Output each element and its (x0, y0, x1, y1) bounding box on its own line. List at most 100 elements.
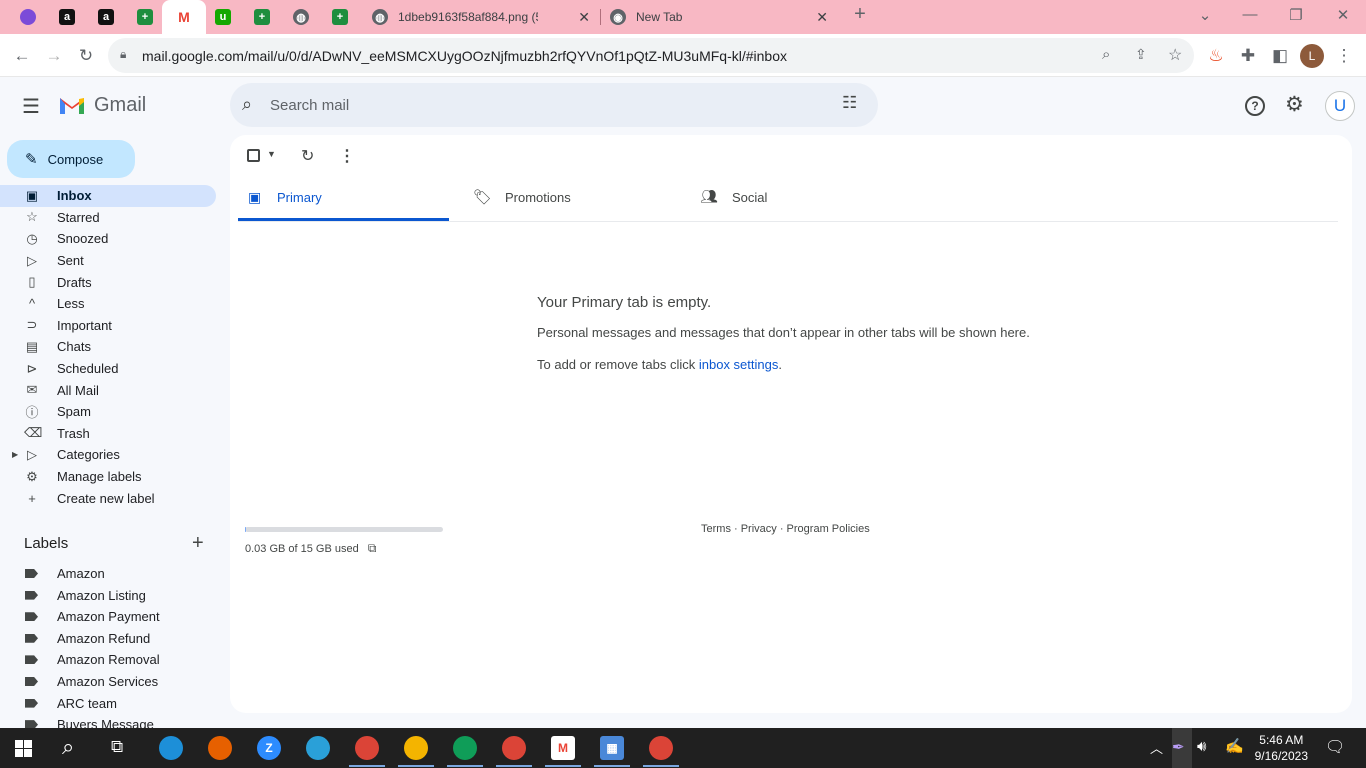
tab-social[interactable]: 👥︎ Social (692, 185, 903, 221)
chrome-icon[interactable] (453, 736, 477, 760)
label-item[interactable]: Amazon Refund (0, 628, 216, 650)
extension-fire-icon[interactable]: ♨ (1204, 44, 1228, 68)
tab-title: New Tab (636, 10, 683, 24)
browser-tab[interactable]: a (49, 0, 85, 34)
chrome-icon[interactable] (355, 736, 379, 760)
storage-text: 0.03 GB of 15 GB used (245, 543, 359, 555)
sidebar-item-sent[interactable]: ▷ Sent (0, 250, 216, 272)
browser-tab[interactable]: a (88, 0, 124, 34)
open-external-icon[interactable]: ⧉ (368, 541, 377, 555)
side-panel-icon[interactable]: ◧ (1268, 44, 1292, 68)
sidebar-item-inbox[interactable]: ▣ Inbox (0, 185, 216, 207)
sidebar-item-all-mail[interactable]: ✉ All Mail (0, 379, 216, 401)
sidebar-item-important[interactable]: ⊃ Important (0, 315, 216, 337)
account-avatar[interactable]: U (1325, 91, 1355, 121)
empty-state-title: Your Primary tab is empty. (537, 294, 712, 311)
task-view-icon[interactable]: ⧉ (111, 737, 123, 757)
firefox-icon[interactable] (208, 736, 232, 760)
close-window-button[interactable]: ✕ (1333, 6, 1353, 24)
bookmark-star-icon[interactable]: ☆ (1168, 45, 1182, 65)
help-icon[interactable]: ? (1245, 96, 1265, 116)
sidebar-item-scheduled[interactable]: ⊳ Scheduled (0, 358, 216, 380)
label-item[interactable]: Amazon Removal (0, 649, 216, 671)
footer-links[interactable]: Terms · Privacy · Program Policies (701, 523, 870, 535)
sidebar-item-create-new-label[interactable]: + Create new label (0, 487, 216, 509)
new-tab-button[interactable]: + (850, 3, 870, 26)
profile-avatar[interactable]: L (1300, 44, 1324, 68)
label-item[interactable]: ARC team (0, 693, 216, 715)
more-options-icon[interactable]: ⋮ (339, 146, 355, 166)
windows-start-icon[interactable] (15, 740, 32, 757)
chrome-icon[interactable] (502, 736, 526, 760)
browser-tab[interactable]: u (205, 0, 241, 34)
browser-tab[interactable]: + (322, 0, 358, 34)
browser-tab[interactable]: + (244, 0, 280, 34)
browser-tab[interactable]: ◍ (283, 0, 319, 34)
label-item[interactable]: Amazon Listing (0, 585, 216, 607)
sidebar-item-starred[interactable]: ☆ Starred (0, 207, 216, 229)
tab-new-tab[interactable]: ◉ New Tab ✕ (600, 0, 838, 34)
lock-icon[interactable]: 🔒︎ (120, 47, 126, 62)
pen-workspace-icon[interactable]: ✍ (1225, 737, 1244, 755)
telegram-icon[interactable] (306, 736, 330, 760)
browser-tab[interactable] (10, 0, 46, 34)
settings-gear-icon[interactable]: ⚙ (1285, 92, 1304, 117)
search-input[interactable] (270, 83, 830, 127)
expand-arrow-icon[interactable]: ▶ (12, 450, 18, 459)
storage-usage[interactable]: 0.03 GB of 15 GB used ⧉ (245, 541, 376, 556)
refresh-icon[interactable]: ↻ (301, 146, 314, 166)
select-all-checkbox[interactable] (247, 149, 260, 162)
gmail-logo[interactable]: Gmail (58, 94, 146, 117)
search-icon[interactable]: ⌕ (62, 734, 74, 760)
main-menu-icon[interactable]: ☰ (22, 94, 40, 119)
forward-button[interactable]: → (42, 44, 66, 68)
close-tab-icon[interactable]: ✕ (816, 9, 828, 26)
address-bar[interactable]: 🔒︎ mail.google.com/mail/u/0/d/ADwNV_eeMS… (108, 38, 1194, 73)
close-tab-icon[interactable]: ✕ (578, 9, 590, 26)
extensions-puzzle-icon[interactable]: ✚ (1236, 44, 1260, 68)
label-item[interactable]: Amazon Payment (0, 606, 216, 628)
sidebar-item-categories[interactable]: ▷ Categories ▶ (0, 444, 216, 466)
sidebar-item-manage-labels[interactable]: ⚙ Manage labels (0, 466, 216, 488)
search-icon[interactable]: ⌕ (242, 94, 252, 115)
tab-search-icon[interactable]: ⌄ (1195, 6, 1215, 24)
tab-primary[interactable]: ▣ Primary (238, 185, 449, 221)
search-options-icon[interactable]: ☷ (842, 93, 857, 113)
edge-icon[interactable] (159, 736, 183, 760)
reload-button[interactable]: ↻ (74, 44, 98, 68)
add-label-icon[interactable]: + (192, 532, 204, 555)
chrome-icon[interactable] (404, 736, 428, 760)
back-button[interactable]: ← (10, 44, 34, 68)
compose-button[interactable]: ✎ Compose (7, 140, 135, 178)
tab-image[interactable]: ◍ 1dbeb9163f58af884.png (543×5 ✕ (362, 0, 600, 34)
label-item[interactable]: Amazon (0, 563, 216, 585)
zoom-icon[interactable]: ⌕ (1102, 46, 1110, 63)
gmail-app-icon[interactable]: M (551, 736, 575, 760)
sidebar-item-spam[interactable]: ⓘ Spam (0, 401, 216, 423)
tab-promotions[interactable]: 🏷︎ Promotions (465, 185, 676, 221)
minimize-button[interactable]: — (1240, 6, 1260, 23)
inbox-settings-link[interactable]: inbox settings (699, 357, 779, 372)
search-bar[interactable]: ⌕ ☷ (230, 83, 878, 127)
chrome-icon[interactable] (649, 736, 673, 760)
sidebar-item-chats[interactable]: ▤ Chats (0, 336, 216, 358)
select-dropdown-icon[interactable]: ▼ (267, 149, 276, 159)
pen-icon[interactable]: ✒ (1172, 728, 1192, 768)
label-item[interactable]: Amazon Services (0, 671, 216, 693)
volume-icon[interactable]: 🔊︎ (1197, 738, 1206, 755)
sidebar-item-trash[interactable]: ⌫ Trash (0, 423, 216, 445)
calculator-icon[interactable]: ▦ (600, 736, 624, 760)
show-hidden-icons[interactable]: ︿ (1150, 738, 1163, 757)
restore-button[interactable]: ❐ (1286, 6, 1306, 24)
zoom-icon[interactable]: Z (257, 736, 281, 760)
sidebar-item-less[interactable]: ^ Less (0, 293, 216, 315)
sidebar-item-drafts[interactable]: ▯ Drafts (0, 271, 216, 293)
browser-tab[interactable]: + (127, 0, 163, 34)
browser-tab[interactable]: M (162, 0, 206, 34)
empty-state-description: Personal messages and messages that don’… (537, 325, 1030, 340)
system-clock[interactable]: 5:46 AM 9/16/2023 (1255, 732, 1308, 764)
sidebar-item-snoozed[interactable]: ◷ Snoozed (0, 228, 216, 250)
chrome-menu-icon[interactable]: ⋮ (1332, 44, 1356, 68)
notifications-icon[interactable]: 🗨︎ (1325, 737, 1345, 757)
share-icon[interactable]: ⇪ (1135, 46, 1147, 63)
